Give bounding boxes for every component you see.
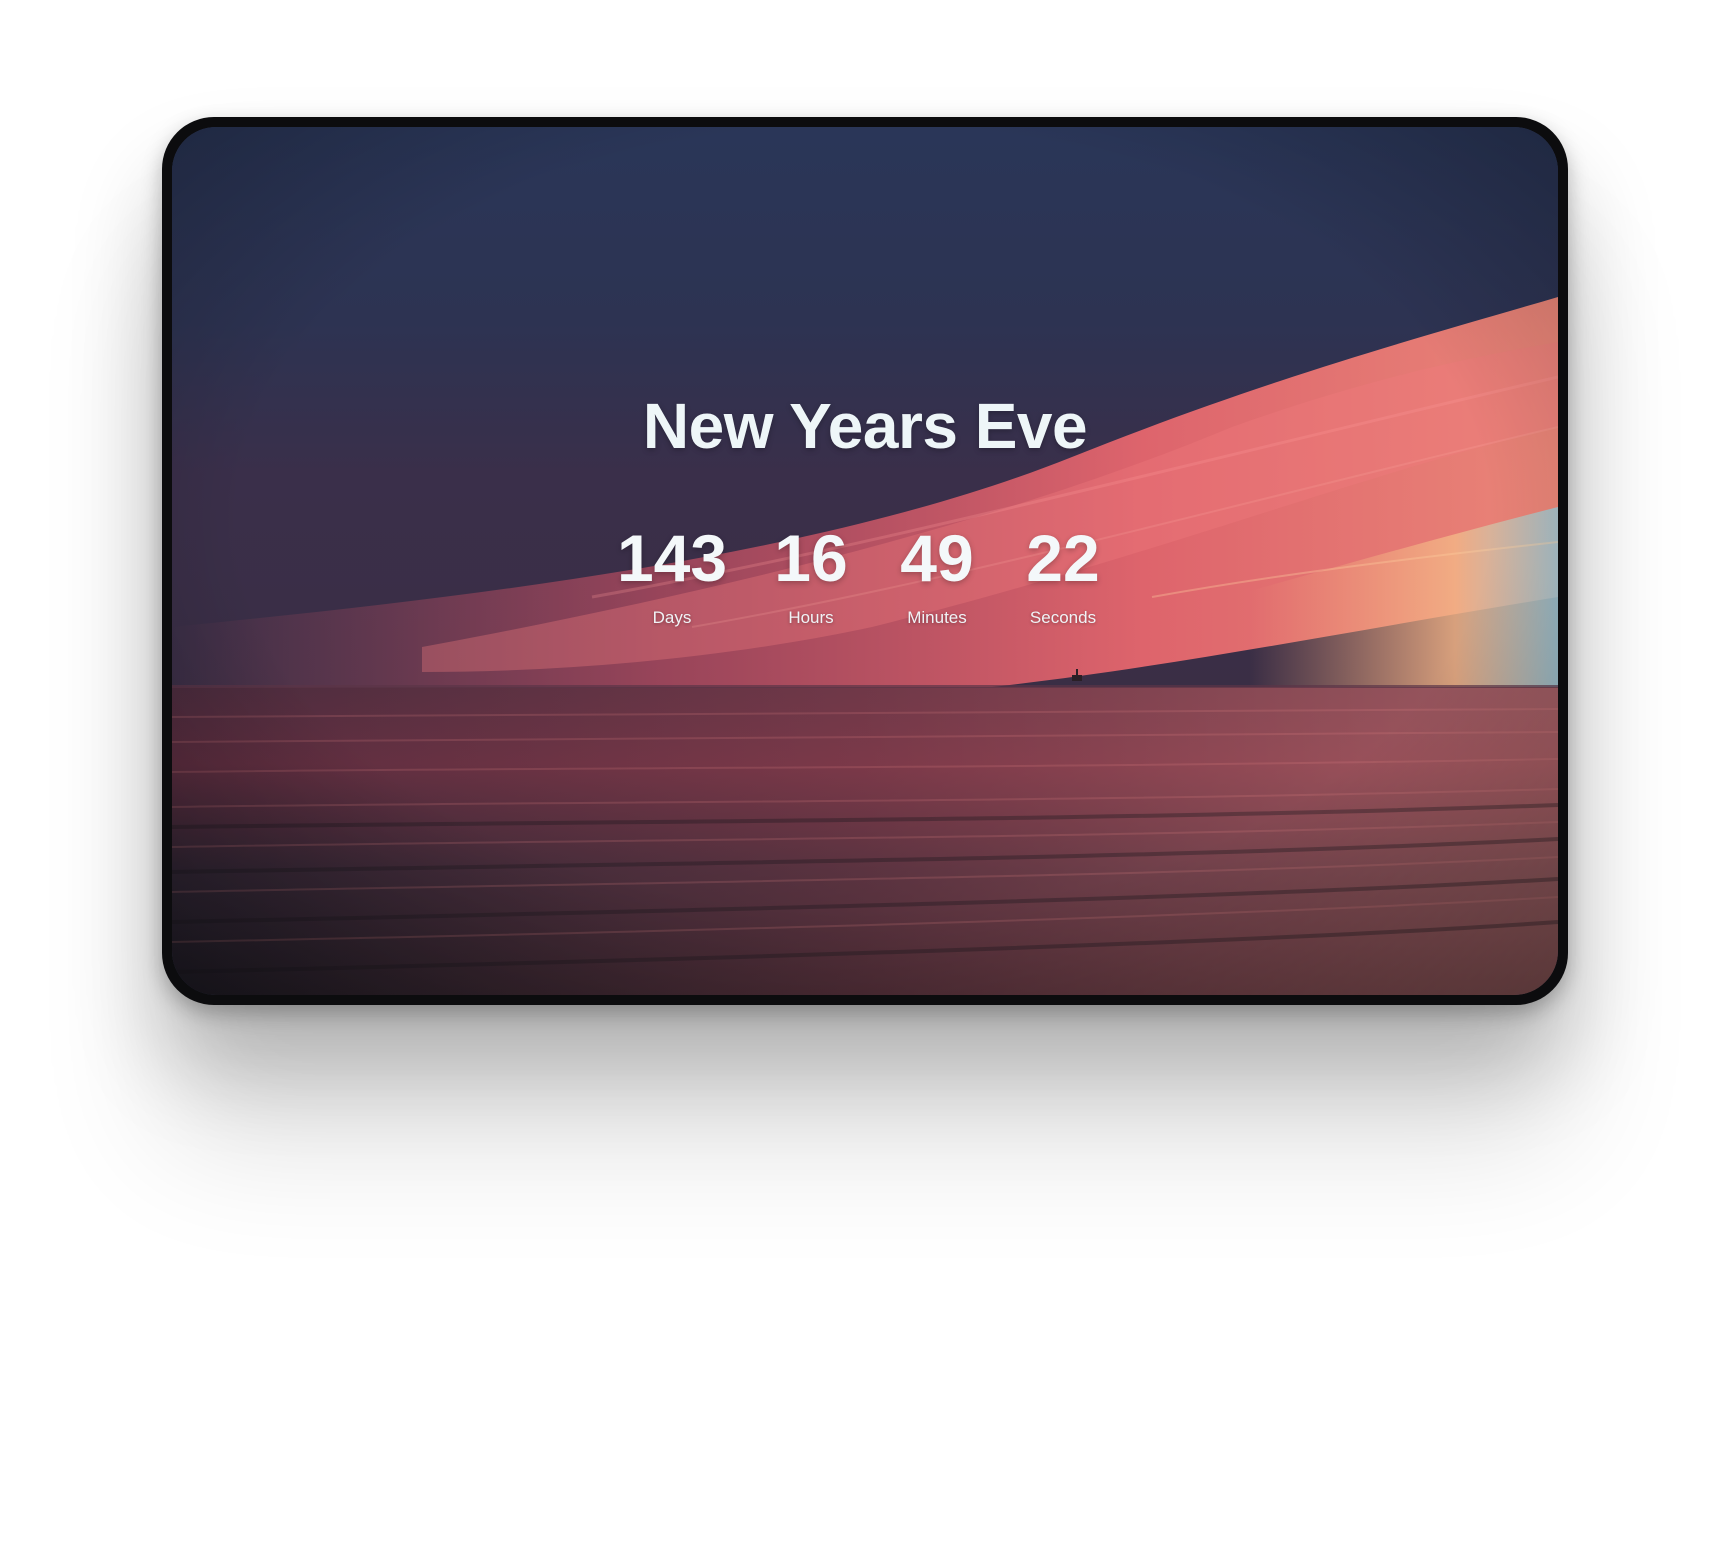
device-frame: New Years Eve 143 Days 16 Hours 49 Minut… bbox=[162, 117, 1568, 1005]
sunset-sea-background bbox=[172, 127, 1558, 995]
page-stage: New Years Eve 143 Days 16 Hours 49 Minut… bbox=[0, 0, 1724, 1549]
screen: New Years Eve 143 Days 16 Hours 49 Minut… bbox=[172, 127, 1558, 995]
